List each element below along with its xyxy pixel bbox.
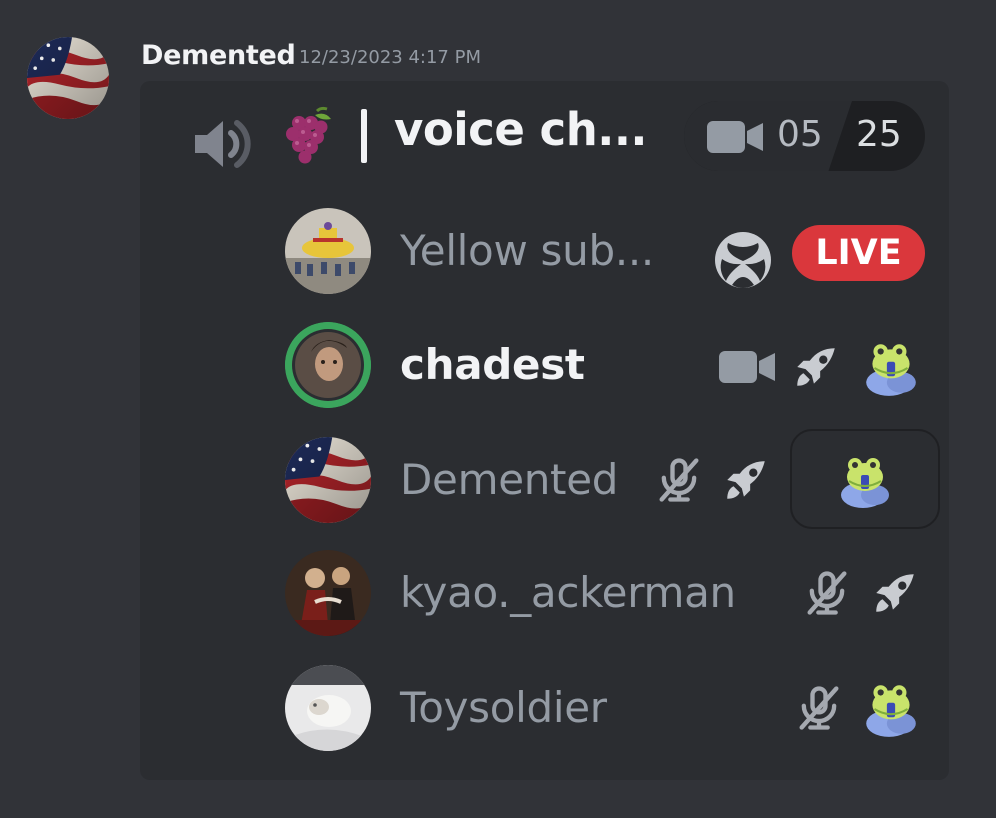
author-name[interactable]: Demented <box>141 40 296 71</box>
voice-member[interactable]: Toysoldier <box>285 665 945 755</box>
avatar[interactable] <box>285 665 371 751</box>
channel-separator <box>361 109 367 163</box>
avatar[interactable] <box>285 208 371 294</box>
grape-icon <box>286 106 331 164</box>
boost-rocket-icon <box>870 568 920 618</box>
voice-channel-header[interactable]: voice ch... 05 25 <box>140 81 949 193</box>
voice-member[interactable]: Yellow sub... LIVE <box>285 208 945 298</box>
avatar[interactable] <box>285 550 371 636</box>
current-user-count: 05 <box>777 114 823 155</box>
muted-mic-icon <box>801 567 853 619</box>
author-avatar[interactable] <box>27 37 109 119</box>
muted-mic-icon <box>653 454 705 506</box>
user-count-pill: 05 25 <box>684 101 925 171</box>
frog-emoji-icon <box>860 678 922 740</box>
message-timestamp: 12/23/2023 4:17 PM <box>299 47 481 68</box>
avatar[interactable] <box>285 322 371 408</box>
voice-channel-name[interactable]: voice ch... <box>394 103 648 156</box>
member-name[interactable]: Yellow sub... <box>400 226 654 275</box>
boost-rocket-icon <box>791 342 841 392</box>
member-name[interactable]: Demented <box>400 455 618 504</box>
member-name[interactable]: kyao._ackerman <box>400 568 736 617</box>
voice-member[interactable]: kyao._ackerman <box>285 550 945 640</box>
live-badge: LIVE <box>792 225 925 281</box>
user-limit: 25 <box>856 114 902 155</box>
speaker-icon <box>195 120 251 168</box>
frog-emoji-icon <box>860 337 922 399</box>
boost-rocket-icon <box>721 455 771 505</box>
member-name[interactable]: chadest <box>400 340 585 389</box>
avatar[interactable] <box>285 437 371 523</box>
video-icon <box>719 349 775 385</box>
voice-member[interactable]: Demented <box>285 429 945 529</box>
member-name[interactable]: Toysoldier <box>400 683 607 732</box>
muted-mic-icon <box>793 682 845 734</box>
xbox-icon <box>715 232 771 288</box>
voice-channel-embed: voice ch... 05 25 Yellow sub... LIVE cha… <box>140 81 949 780</box>
video-icon <box>707 119 763 155</box>
frog-emoji-icon <box>834 451 896 511</box>
voice-member[interactable]: chadest <box>285 322 945 412</box>
reaction-button[interactable] <box>790 429 940 529</box>
